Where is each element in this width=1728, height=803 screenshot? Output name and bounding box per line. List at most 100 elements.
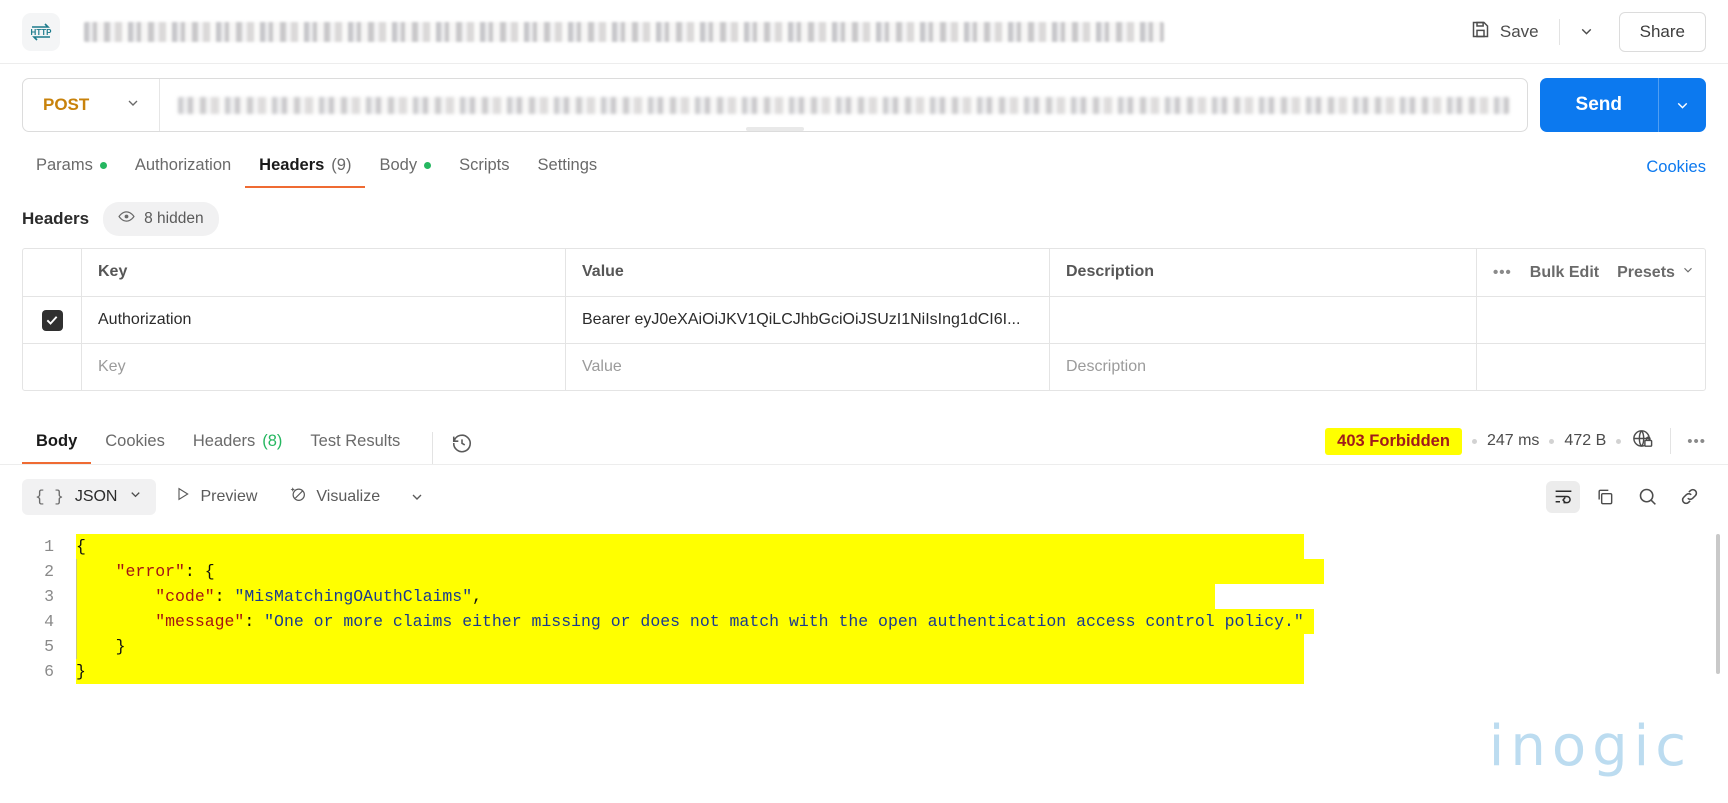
request-url-bar: POST •••••••••••••••••••••••••••••••••••… — [22, 78, 1528, 132]
response-time: 247 ms — [1487, 432, 1539, 450]
empty-row-checkbox-cell — [23, 344, 82, 390]
tab-settings-label: Settings — [538, 156, 598, 175]
preview-label: Preview — [200, 488, 257, 506]
braces-icon: { } — [35, 488, 64, 506]
send-options-chevron-down-icon[interactable] — [1658, 78, 1706, 132]
select-all-cell — [23, 249, 82, 296]
response-scrollbar[interactable] — [1716, 534, 1720, 674]
tab-settings[interactable]: Settings — [524, 156, 612, 188]
code-line-text: "code": "MisMatchingOAuthClaims", — [76, 584, 1215, 609]
empty-row-actions — [1477, 344, 1705, 390]
code-line-text: { — [76, 534, 1304, 559]
body-tools-more-chevron-down-icon[interactable] — [399, 483, 435, 511]
tab-scripts[interactable]: Scripts — [445, 156, 523, 188]
tab-params-label: Params — [36, 156, 93, 175]
presets-chevron-down-icon — [1681, 263, 1695, 282]
share-button[interactable]: Share — [1619, 12, 1706, 52]
url-input[interactable]: ••••••••••••••••••••••••••••••••••••••••… — [160, 79, 1526, 131]
header-key-input[interactable]: Authorization — [82, 297, 566, 343]
response-tab-cookies[interactable]: Cookies — [91, 432, 179, 464]
send-button[interactable]: Send — [1540, 78, 1658, 132]
table-row-empty[interactable]: Key Value Description — [23, 344, 1705, 390]
hidden-headers-label: 8 hidden — [144, 210, 203, 228]
tab-body[interactable]: Body — [365, 156, 445, 188]
play-triangle-icon — [175, 486, 191, 507]
request-tab-bar: Params Authorization Headers (9) Body Sc… — [0, 144, 1728, 188]
headers-section-title: Headers — [22, 209, 89, 229]
column-header-key: Key — [82, 249, 566, 296]
row-checkbox-cell — [23, 297, 82, 343]
response-tab-body[interactable]: Body — [22, 432, 91, 464]
copy-icon[interactable] — [1588, 481, 1622, 513]
code-line-text: } — [76, 659, 1304, 684]
table-row[interactable]: Authorization Bearer eyJ0eXAiOiJKV1QiLCJ… — [23, 297, 1705, 344]
line-number: 2 — [0, 559, 76, 584]
new-header-key-input[interactable]: Key — [82, 344, 566, 390]
tab-headers-count: (9) — [331, 156, 351, 175]
request-url-row: POST •••••••••••••••••••••••••••••••••••… — [0, 64, 1728, 144]
code-line: 5 } — [0, 634, 1728, 659]
search-icon[interactable] — [1630, 481, 1664, 513]
more-options-icon[interactable]: ••• — [1493, 264, 1512, 281]
http-method-selector[interactable]: POST — [23, 79, 160, 131]
word-wrap-icon[interactable] — [1546, 481, 1580, 513]
response-body-code[interactable]: 1 { 2 "error": { — [0, 526, 1728, 776]
link-icon[interactable] — [1672, 481, 1706, 513]
method-chevron-down-icon — [125, 95, 141, 116]
tab-headers[interactable]: Headers (9) — [245, 156, 365, 188]
response-size: 472 B — [1564, 432, 1606, 450]
tab-params[interactable]: Params — [22, 156, 121, 188]
code-line: 1 { — [0, 534, 1728, 559]
save-options-chevron-down-icon[interactable] — [1568, 17, 1605, 46]
code-line: 6 } — [0, 659, 1728, 684]
tab-scripts-label: Scripts — [459, 156, 509, 175]
meta-separator-dot-2 — [1549, 439, 1554, 444]
header-description-input[interactable] — [1050, 297, 1477, 343]
column-header-description: Description — [1050, 249, 1477, 296]
header-value-input[interactable]: Bearer eyJ0eXAiOiJKV1QiLCJhbGciOiJSUzI1N… — [566, 297, 1050, 343]
response-view-actions — [1546, 481, 1706, 513]
new-header-value-input[interactable]: Value — [566, 344, 1050, 390]
params-modified-dot-icon — [100, 162, 107, 169]
presets-button[interactable]: Presets — [1617, 263, 1695, 282]
response-format-selector[interactable]: { } JSON — [22, 479, 156, 515]
response-history-icon[interactable] — [432, 432, 473, 464]
new-header-description-input[interactable]: Description — [1050, 344, 1477, 390]
code-line: 2 "error": { — [0, 559, 1728, 584]
column-header-value: Value — [566, 249, 1050, 296]
row-actions — [1477, 297, 1705, 343]
meta-separator-dot-3 — [1616, 439, 1621, 444]
secure-globe-lock-icon[interactable] — [1631, 427, 1654, 455]
response-tab-body-label: Body — [36, 432, 77, 451]
request-title-masked: ••••••••••••••••••••••••••••••••••••••••… — [84, 22, 1164, 42]
floppy-save-icon — [1470, 19, 1491, 45]
line-number: 1 — [0, 534, 76, 559]
toolbar-divider — [1559, 19, 1560, 45]
svg-text:HTTP: HTTP — [31, 28, 53, 37]
response-more-options-icon[interactable]: ••• — [1687, 433, 1706, 450]
http-request-icon: HTTP — [22, 13, 60, 51]
hidden-headers-toggle[interactable]: 8 hidden — [103, 202, 218, 236]
visualize-button[interactable]: Visualize — [276, 477, 393, 516]
status-badge: 403 Forbidden — [1325, 428, 1462, 455]
response-body-toolbar: { } JSON Preview Visualize — [0, 465, 1728, 526]
response-format-label: JSON — [75, 488, 118, 506]
visualize-label: Visualize — [316, 488, 380, 506]
tab-body-label: Body — [379, 156, 417, 175]
bulk-edit-button[interactable]: Bulk Edit — [1530, 264, 1599, 282]
meta-separator-dot — [1472, 439, 1477, 444]
tab-authorization[interactable]: Authorization — [121, 156, 245, 188]
response-tab-bar: Body Cookies Headers (8) Test Results 40… — [0, 419, 1728, 465]
preview-button[interactable]: Preview — [162, 478, 270, 515]
save-button[interactable]: Save — [1458, 11, 1551, 53]
pane-resize-handle[interactable] — [746, 127, 804, 131]
header-enabled-checkbox[interactable] — [42, 310, 63, 331]
code-line-text: "error": { — [76, 559, 1324, 584]
top-bar: HTTP •••••••••••••••••••••••••••••••••••… — [0, 0, 1728, 64]
response-tab-test-results[interactable]: Test Results — [296, 432, 414, 464]
cookies-link[interactable]: Cookies — [1646, 158, 1706, 188]
inogic-watermark: inogic — [1489, 714, 1692, 779]
headers-table-header-row: Key Value Description ••• Bulk Edit Pres… — [23, 249, 1705, 297]
response-tab-headers[interactable]: Headers (8) — [179, 432, 297, 464]
headers-table: Key Value Description ••• Bulk Edit Pres… — [22, 248, 1706, 391]
